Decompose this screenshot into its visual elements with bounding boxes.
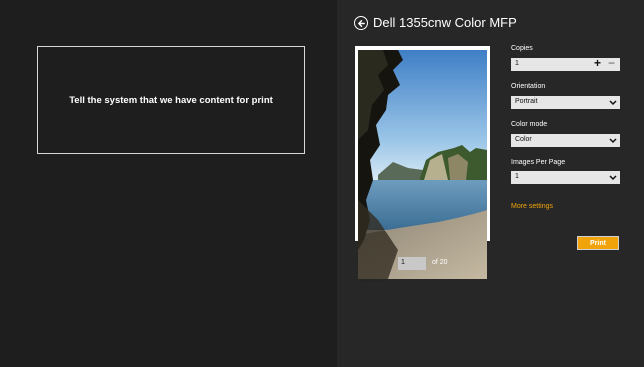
- copies-stepper[interactable]: 1 + −: [511, 56, 620, 71]
- print-button[interactable]: Print: [577, 236, 619, 250]
- orientation-select[interactable]: Portrait: [511, 96, 620, 109]
- images-per-page-select[interactable]: 1: [511, 171, 620, 184]
- chevron-down-icon: [609, 138, 617, 144]
- decrement-button[interactable]: −: [608, 56, 615, 70]
- chevron-down-icon: [609, 175, 617, 181]
- page-number-input[interactable]: 1: [398, 257, 426, 270]
- app-pane: Tell the system that we have content for…: [0, 0, 337, 367]
- page-count: of 20: [432, 259, 448, 266]
- photo-caption: image number 1: [358, 278, 387, 283]
- color-mode-select[interactable]: Color: [511, 134, 620, 147]
- orientation-label: Orientation: [511, 83, 546, 90]
- content-box: Tell the system that we have content for…: [37, 46, 305, 154]
- color-mode-label: Color mode: [511, 121, 548, 128]
- images-per-page-label: Images Per Page: [511, 159, 566, 166]
- print-pane: Dell 1355cnw Color MFP image number 1 1 …: [337, 0, 644, 367]
- color-mode-value: Color: [515, 136, 532, 143]
- print-preview: image number 1: [355, 46, 490, 283]
- printer-name: Dell 1355cnw Color MFP: [373, 15, 517, 30]
- copies-value: 1: [515, 60, 519, 67]
- chevron-down-icon: [609, 100, 617, 106]
- more-settings-link[interactable]: More settings: [511, 203, 553, 210]
- images-per-page-value: 1: [515, 173, 519, 180]
- content-message: Tell the system that we have content for…: [69, 94, 273, 106]
- preview-photo: [358, 50, 487, 279]
- orientation-value: Portrait: [515, 98, 538, 105]
- copies-label: Copies: [511, 45, 533, 52]
- increment-button[interactable]: +: [594, 56, 601, 70]
- back-arrow-icon: [357, 19, 365, 27]
- back-button[interactable]: [354, 16, 368, 30]
